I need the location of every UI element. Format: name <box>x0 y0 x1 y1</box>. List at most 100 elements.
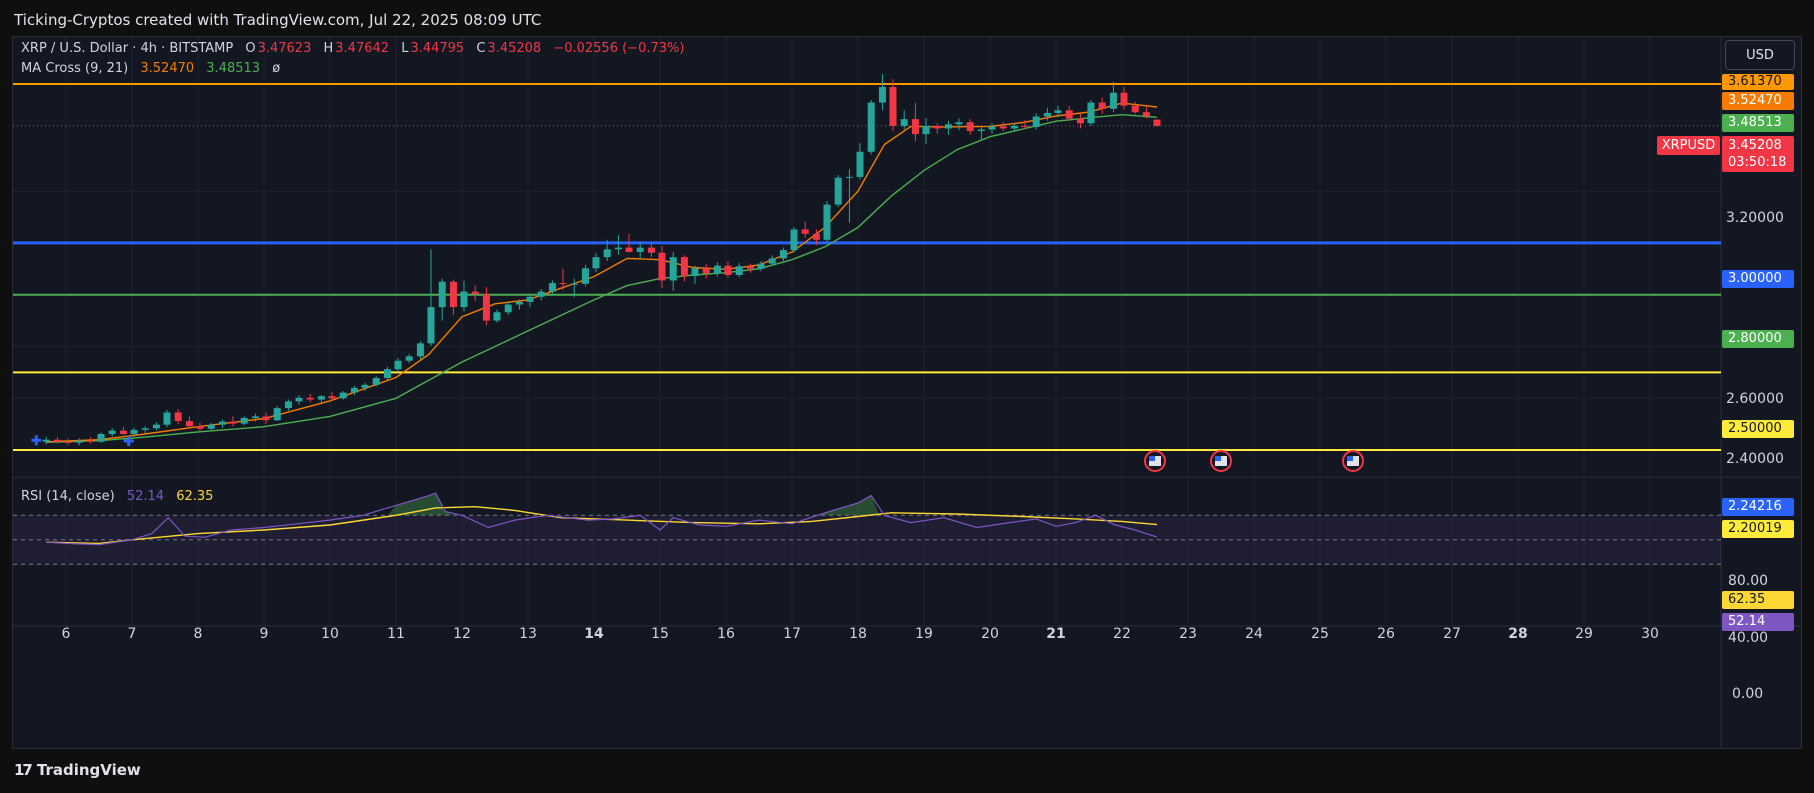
candle-up <box>141 428 149 430</box>
rsi-name: RSI (14, close) <box>21 489 115 504</box>
candle-up <box>295 397 303 402</box>
candle-down <box>306 397 314 400</box>
time-axis-tick: 24 <box>1245 626 1263 642</box>
time-axis-tick: 7 <box>128 626 137 642</box>
price-axis-tick: 2.60000 <box>1726 391 1784 407</box>
high-label: H <box>323 41 334 56</box>
candle-up <box>834 177 842 205</box>
rsi-ma-value: 62.35 <box>176 489 214 504</box>
symbol-title: XRP / U.S. Dollar · 4h · BITSTAMP <box>21 41 234 56</box>
chart-panel[interactable]: 5678910111213141516171819202122232425262… <box>12 36 1802 749</box>
candle-down <box>559 283 567 285</box>
ma-name: MA Cross (9, 21) <box>21 61 129 76</box>
candle-up <box>988 126 996 130</box>
candle-up <box>900 119 908 126</box>
candle-up <box>592 257 600 269</box>
candle-up <box>526 296 534 302</box>
candle-up <box>603 249 611 258</box>
candle-up <box>372 378 380 385</box>
candle-up <box>1054 110 1062 113</box>
candle-up <box>1032 116 1040 127</box>
candle-down <box>658 252 666 281</box>
candle-up <box>75 440 83 443</box>
candle-down <box>647 247 655 253</box>
time-axis-tick: 26 <box>1377 626 1395 642</box>
close-label: C <box>476 41 486 56</box>
candle-down <box>801 229 809 234</box>
ma-slow-price-tag: 3.48513 <box>1722 114 1794 132</box>
time-axis-tick: 28 <box>1508 626 1527 642</box>
candle-up <box>350 387 358 393</box>
candle-up <box>339 392 347 399</box>
candle-up <box>251 416 259 418</box>
us-flag-canton <box>1149 456 1155 461</box>
time-axis-tick: 15 <box>651 626 669 642</box>
rsi-overbought-fill <box>388 493 454 516</box>
time-axis-tick: 13 <box>519 626 537 642</box>
candle-up <box>108 430 116 434</box>
candle-up <box>922 125 930 135</box>
time-axis-tick: 27 <box>1443 626 1461 642</box>
candle-down <box>449 281 457 308</box>
ma-legend: MA Cross (9, 21) 3.52470 3.48513 ø <box>21 61 282 76</box>
candle-down <box>911 119 919 135</box>
candle-down <box>262 416 270 421</box>
candle-down <box>625 247 633 252</box>
candle-up <box>757 263 765 269</box>
candle-down <box>64 441 72 443</box>
ma-settings-icon[interactable]: ø <box>272 61 280 76</box>
candle-up <box>581 268 589 284</box>
close-value: 3.45208 <box>487 41 542 56</box>
time-axis-tick: 20 <box>981 626 999 642</box>
change-value: −0.02556 (−0.73%) <box>553 41 685 56</box>
candle-up <box>493 312 501 321</box>
candle-up <box>284 401 292 409</box>
rsi-axis-tick: 0.00 <box>1732 686 1764 702</box>
candle-down <box>933 125 941 129</box>
candle-up <box>944 124 952 129</box>
tradingview-logo-icon: 17 <box>14 761 33 779</box>
price-axis-tick: 2.40000 <box>1726 451 1784 467</box>
candle-down <box>1098 102 1106 109</box>
time-axis-tick: 6 <box>62 626 71 642</box>
currency-button[interactable]: USD <box>1725 40 1795 70</box>
candle-up <box>955 122 963 125</box>
time-axis-tick: 19 <box>915 626 933 642</box>
candle-up <box>1087 102 1095 124</box>
candle-up <box>845 176 853 178</box>
candle-up <box>1043 112 1051 117</box>
time-axis-tick: 29 <box>1575 626 1593 642</box>
rsi-tag: 52.14 <box>1722 613 1794 631</box>
candle-up <box>383 369 391 379</box>
candle-up <box>152 424 160 429</box>
footer-bar: 17 TradingView <box>0 749 1814 793</box>
candle-up <box>361 384 369 388</box>
price-axis-tick: 3.20000 <box>1726 210 1784 226</box>
level-3-price-tag: 3.00000 <box>1722 270 1794 288</box>
candle-up <box>713 265 721 274</box>
candle-down <box>1021 125 1029 127</box>
time-axis-tick: 9 <box>260 626 269 642</box>
candle-down <box>812 233 820 240</box>
high-value: 3.47642 <box>335 41 390 56</box>
candle-down <box>1120 92 1128 106</box>
candle-down <box>1153 119 1161 126</box>
candle-up <box>735 266 743 276</box>
time-axis-tick: 12 <box>453 626 471 642</box>
tradingview-logo[interactable]: 17 TradingView <box>14 761 141 779</box>
chart-canvas[interactable]: 5678910111213141516171819202122232425262… <box>13 37 1801 748</box>
candle-down <box>1065 110 1073 119</box>
candle-down <box>966 122 974 132</box>
last-price-tag: 3.45208 03:50:18 <box>1722 136 1794 172</box>
rsi-ma-tag: 62.35 <box>1722 591 1794 609</box>
candle-up <box>614 247 622 250</box>
candle-up <box>636 247 644 252</box>
candle-down <box>746 266 754 269</box>
candle-down <box>185 421 193 427</box>
candle-up <box>779 250 787 259</box>
candle-up <box>515 301 523 305</box>
time-axis-tick: 10 <box>321 626 339 642</box>
candle-up <box>1010 125 1018 129</box>
time-axis-tick: 30 <box>1641 626 1659 642</box>
candle-up <box>207 424 215 429</box>
